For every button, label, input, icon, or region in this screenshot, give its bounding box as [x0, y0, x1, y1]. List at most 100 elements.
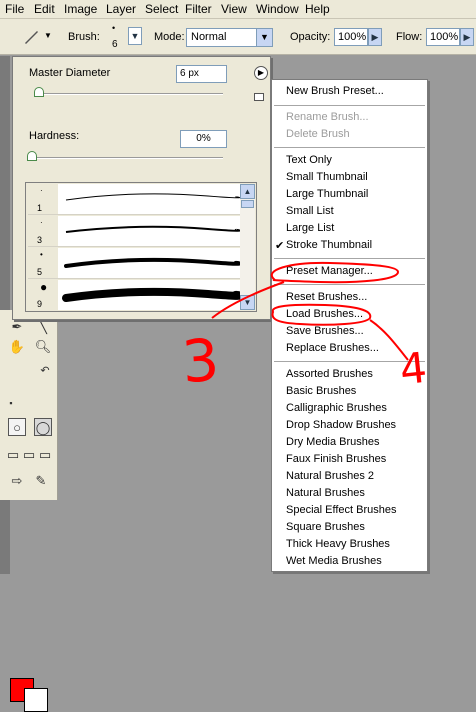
brush-stroke-preview — [58, 184, 241, 214]
menu-separator — [274, 105, 425, 106]
menu-item-brush-library[interactable]: Natural Brushes — [286, 487, 365, 499]
mode-dropdown-icon[interactable]: ▼ — [256, 29, 272, 46]
menu-item-replace-brushes[interactable]: Replace Brushes... — [286, 342, 379, 354]
menu-separator — [274, 147, 425, 148]
menu-image[interactable]: Image — [64, 2, 97, 16]
brush-tip-icon: · — [40, 218, 43, 227]
hand-tool-icon[interactable]: ✋ — [8, 338, 26, 356]
master-diameter-label: Master Diameter — [29, 67, 111, 79]
menu-item-rename-brush: Rename Brush... — [286, 111, 369, 123]
tool-preset-chevron-icon[interactable]: ▼ — [44, 31, 52, 40]
brush-tip-icon: ● — [40, 280, 48, 294]
master-diameter-input[interactable]: 6 px — [176, 65, 227, 83]
menu-view[interactable]: View — [221, 2, 247, 16]
menu-item-small-list[interactable]: Small List — [286, 205, 334, 217]
menu-window[interactable]: Window — [256, 2, 299, 16]
step-4-annotation: 4 — [397, 342, 430, 395]
menu-item-save-brushes[interactable]: Save Brushes... — [286, 325, 364, 337]
menu-item-brush-library[interactable]: Wet Media Brushes — [286, 555, 382, 567]
hardness-slider[interactable] — [29, 157, 223, 159]
zoom-tool-icon[interactable]: 🔍︎ — [34, 338, 52, 356]
brush-row[interactable]: • 5 — [28, 248, 242, 279]
brush-label: Brush: — [68, 31, 100, 43]
screen-mode-full-icon[interactable]: ▭ — [36, 446, 54, 464]
brush-row[interactable]: · 3 — [28, 216, 241, 247]
menu-edit[interactable]: Edit — [34, 2, 55, 16]
menu-item-reset-brushes[interactable]: Reset Brushes... — [286, 291, 367, 303]
menu-help[interactable]: Help — [305, 2, 330, 16]
brush-picker-button[interactable]: ▼ — [128, 27, 142, 45]
menu-item-large-thumbnail[interactable]: Large Thumbnail — [286, 188, 368, 200]
menu-filter[interactable]: Filter — [185, 2, 212, 16]
menu-select[interactable]: Select — [145, 2, 178, 16]
scroll-down-icon[interactable]: ▼ — [240, 295, 255, 310]
pen-tool-icon[interactable]: ✒ — [8, 318, 26, 336]
menu-item-brush-library[interactable]: Drop Shadow Brushes — [286, 419, 396, 431]
menu-separator — [274, 284, 425, 285]
master-diameter-slider-thumb[interactable] — [33, 87, 44, 97]
menu-item-small-thumbnail[interactable]: Small Thumbnail — [286, 171, 368, 183]
mode-value: Normal — [191, 31, 227, 43]
menu-item-stroke-thumbnail[interactable]: Stroke Thumbnail — [286, 239, 372, 251]
brush-stroke-preview — [58, 216, 241, 246]
menu-item-load-brushes[interactable]: Load Brushes... — [286, 308, 363, 320]
brush-tool-icon[interactable] — [22, 28, 40, 46]
standard-mode-icon[interactable]: ○ — [8, 418, 26, 436]
menu-item-text-only[interactable]: Text Only — [286, 154, 332, 166]
hardness-label: Hardness: — [29, 130, 80, 142]
flow-slider-button[interactable]: ▶ — [460, 28, 474, 46]
brush-tip-icon: • — [40, 250, 43, 259]
background-color-swatch[interactable] — [24, 688, 48, 712]
brush-size-label: 5 — [37, 267, 43, 277]
brush-panel-flyout-menu: New Brush Preset... Rename Brush... Dele… — [271, 79, 428, 572]
step-3-annotation: 3 — [179, 325, 222, 397]
panel-menu-arrow-icon[interactable]: ▶ — [254, 66, 268, 80]
brush-size-label: 3 — [37, 235, 43, 245]
menu-separator — [274, 258, 425, 259]
hardness-input[interactable]: 0% — [180, 130, 227, 148]
jump-to-imageready-icon[interactable]: ⇨ — [8, 472, 26, 490]
brush-tip-icon: · — [40, 186, 43, 195]
menu-item-preset-manager[interactable]: Preset Manager... — [286, 265, 373, 277]
menu-item-brush-library[interactable]: Natural Brushes 2 — [286, 470, 374, 482]
quick-mask-icon[interactable]: ◯ — [34, 418, 52, 436]
swap-colors-icon[interactable]: ↶ — [36, 362, 54, 380]
menu-item-large-list[interactable]: Large List — [286, 222, 334, 234]
menu-item-brush-library[interactable]: Basic Brushes — [286, 385, 356, 397]
opacity-label: Opacity: — [290, 31, 331, 43]
menu-item-brush-library[interactable]: Dry Media Brushes — [286, 436, 380, 448]
menu-item-brush-library[interactable]: Assorted Brushes — [286, 368, 373, 380]
line-tool-icon[interactable]: ╲ — [34, 318, 52, 336]
hardness-slider-thumb[interactable] — [27, 151, 37, 161]
menu-item-delete-brush: Delete Brush — [286, 128, 350, 140]
menu-item-brush-library[interactable]: Faux Finish Brushes — [286, 453, 386, 465]
scroll-up-icon[interactable]: ▲ — [240, 184, 255, 199]
brush-list: · 1 · 3 • 5 ● 9 ▲ ▼ — [25, 182, 257, 312]
toolbox: ✒ ╲ ✋ 🔍︎ ↶ ▪ ○ ◯ ▭ ▭ ▭ ⇨ ✎ — [0, 310, 58, 712]
menu-item-brush-library[interactable]: Calligraphic Brushes — [286, 402, 387, 414]
flow-input[interactable]: 100% — [426, 28, 460, 46]
flow-label: Flow: — [396, 31, 423, 43]
brush-preview-dot-icon: • — [112, 23, 116, 33]
brush-size-label: 1 — [37, 203, 43, 213]
menu-item-brush-library[interactable]: Square Brushes — [286, 521, 365, 533]
mode-label: Mode: — [154, 31, 185, 43]
menu-layer[interactable]: Layer — [106, 2, 136, 16]
save-preset-icon[interactable] — [254, 93, 264, 101]
menu-item-brush-library[interactable]: Special Effect Brushes — [286, 504, 396, 516]
options-bar: ▼ Brush: • 6 ▼ Mode: Normal ▼ Opacity: 1… — [0, 19, 476, 55]
menu-item-brush-library[interactable]: Thick Heavy Brushes — [286, 538, 390, 550]
brush-row[interactable]: · 1 — [28, 184, 241, 215]
menu-file[interactable]: File — [5, 2, 24, 16]
menu-item-new-brush-preset[interactable]: New Brush Preset... — [286, 85, 384, 97]
mode-select[interactable]: Normal ▼ — [186, 28, 273, 47]
brush-list-scrollbar[interactable]: ▲ ▼ — [240, 184, 255, 310]
brush-row[interactable]: ● 9 — [28, 280, 244, 310]
imageready-icon[interactable]: ✎ — [32, 472, 50, 490]
master-diameter-slider[interactable] — [35, 93, 223, 95]
scroll-thumb[interactable] — [241, 200, 254, 208]
opacity-input[interactable]: 100% — [334, 28, 368, 46]
brush-size-label: 9 — [37, 299, 43, 309]
default-colors-icon[interactable]: ▪ — [2, 394, 20, 412]
opacity-slider-button[interactable]: ▶ — [368, 28, 382, 46]
